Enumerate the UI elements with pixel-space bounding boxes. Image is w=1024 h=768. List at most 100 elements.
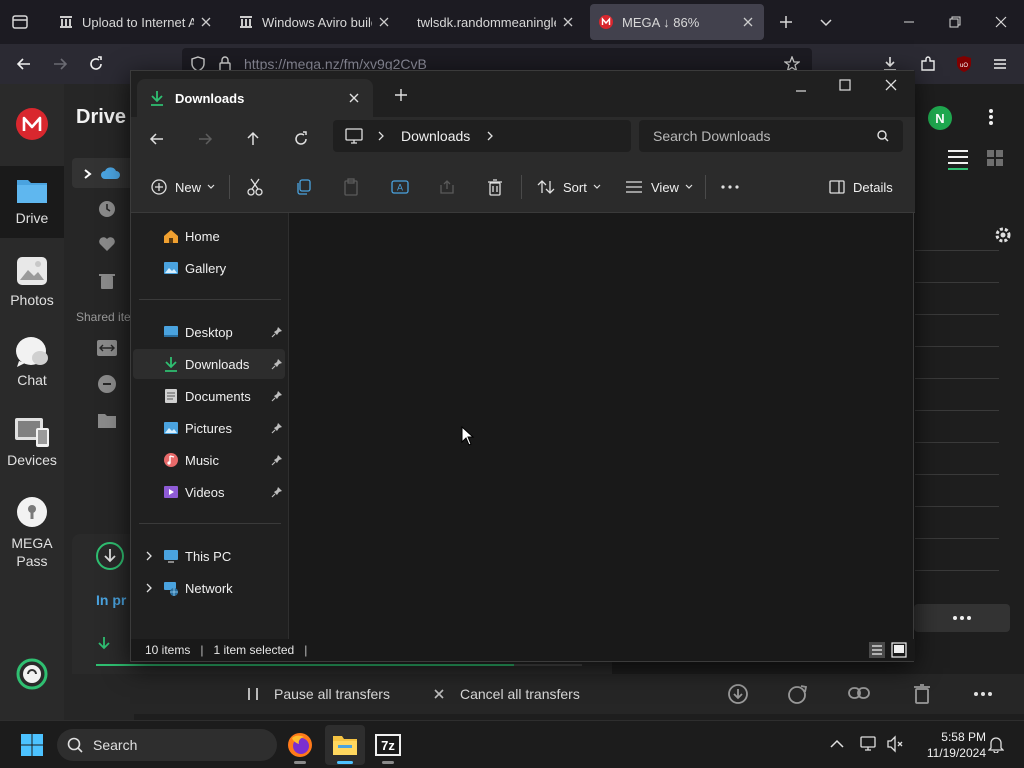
- chevron-down-icon[interactable]: [812, 8, 840, 36]
- explorer-tab-downloads[interactable]: Downloads: [137, 79, 373, 117]
- nav-item-videos[interactable]: Videos: [133, 477, 285, 507]
- more-horizontal-icon[interactable]: [974, 692, 992, 696]
- taskbar-search[interactable]: Search: [57, 729, 277, 761]
- download-icon[interactable]: [728, 684, 748, 704]
- pin-icon[interactable]: [271, 326, 283, 338]
- search-input[interactable]: Search Downloads: [639, 120, 903, 152]
- taskbar-file-explorer[interactable]: [325, 725, 365, 765]
- cancel-all-button[interactable]: Cancel all transfers: [434, 682, 580, 706]
- mega-logo[interactable]: [15, 107, 49, 141]
- pin-icon[interactable]: [271, 422, 283, 434]
- rail-drive[interactable]: Drive: [0, 166, 64, 238]
- close-tab-icon[interactable]: [560, 14, 576, 30]
- avatar[interactable]: N: [928, 106, 952, 130]
- taskbar-firefox[interactable]: [280, 725, 320, 765]
- more-vertical-icon[interactable]: [988, 108, 994, 126]
- rail-devices[interactable]: Devices: [0, 416, 64, 488]
- list-all-tabs-icon[interactable]: [6, 8, 34, 36]
- breadcrumb[interactable]: Downloads: [333, 120, 631, 152]
- cut-icon[interactable]: [247, 173, 263, 201]
- nav-item-documents[interactable]: Documents: [133, 381, 285, 411]
- tab-mega[interactable]: MEGA ↓ 86%: [590, 4, 764, 40]
- nav-item-pictures[interactable]: Pictures: [133, 413, 285, 443]
- chevron-right-icon[interactable]: [143, 582, 155, 594]
- tab-internet-archive[interactable]: Upload to Internet Arc: [50, 4, 222, 40]
- sort-button[interactable]: Sort: [537, 173, 601, 201]
- link-icon[interactable]: [848, 686, 870, 700]
- rail-mega-pass[interactable]: MEGA Pass: [0, 496, 64, 578]
- nav-item-this-pc[interactable]: This PC: [133, 541, 285, 571]
- tab-twlsdk[interactable]: twlsdk.randommeaningles: [408, 4, 584, 40]
- nav-item-music[interactable]: Music: [133, 445, 285, 475]
- minimize-icon[interactable]: [795, 85, 807, 97]
- close-tab-icon[interactable]: [740, 14, 756, 30]
- new-tab-icon[interactable]: [772, 8, 800, 36]
- ublock-icon[interactable]: uO: [950, 50, 978, 78]
- pin-icon[interactable]: [271, 358, 283, 370]
- list-view-icon[interactable]: [948, 149, 968, 165]
- new-tab-icon[interactable]: [395, 89, 407, 101]
- chevron-right-icon[interactable]: [486, 131, 494, 141]
- nav-item-home[interactable]: Home: [133, 221, 285, 251]
- system-clock[interactable]: 5:58 PM 11/19/2024: [912, 729, 986, 761]
- nav-item-gallery[interactable]: Gallery: [133, 253, 285, 283]
- share-icon[interactable]: [788, 684, 808, 704]
- close-window-icon[interactable]: [978, 0, 1024, 44]
- details-view-icon[interactable]: [869, 642, 885, 658]
- close-tab-icon[interactable]: [349, 93, 359, 103]
- volume-muted-icon[interactable]: [886, 735, 904, 753]
- back-icon[interactable]: [10, 50, 38, 78]
- reload-icon[interactable]: [82, 50, 110, 78]
- trash-icon[interactable]: [99, 272, 115, 290]
- chevron-right-icon[interactable]: [143, 550, 155, 562]
- restore-icon[interactable]: [932, 0, 978, 44]
- chevron-up-icon[interactable]: [830, 739, 844, 749]
- menu-icon[interactable]: [986, 50, 1014, 78]
- settings-icon[interactable]: [994, 226, 1012, 244]
- rail-chat[interactable]: Chat: [0, 336, 64, 408]
- tab-windows-aviro[interactable]: Windows Aviro build 4: [230, 4, 400, 40]
- nav-item-desktop[interactable]: Desktop: [133, 317, 285, 347]
- delete-icon[interactable]: [487, 173, 503, 201]
- shared-folders-icon[interactable]: [97, 340, 117, 356]
- link-icon[interactable]: [97, 374, 117, 394]
- taskbar-7zip[interactable]: 7z: [368, 725, 408, 765]
- view-button[interactable]: View: [625, 173, 693, 201]
- rail-photos[interactable]: Photos: [0, 256, 64, 328]
- close-window-icon[interactable]: [885, 79, 897, 91]
- clock-icon[interactable]: [98, 200, 116, 218]
- tiles-view-icon[interactable]: [891, 642, 907, 658]
- network-status-icon[interactable]: [860, 735, 878, 753]
- start-button[interactable]: [12, 725, 52, 765]
- close-tab-icon[interactable]: [198, 14, 214, 30]
- file-list-area[interactable]: [289, 213, 913, 639]
- pause-all-button[interactable]: Pause all transfers: [248, 682, 390, 706]
- breadcrumb-downloads[interactable]: Downloads: [401, 128, 470, 144]
- nav-item-downloads[interactable]: Downloads: [133, 349, 285, 379]
- pin-icon[interactable]: [271, 390, 283, 402]
- trash-icon[interactable]: [914, 684, 930, 704]
- refresh-icon[interactable]: [287, 125, 315, 153]
- close-tab-icon[interactable]: [376, 14, 392, 30]
- more-options-button[interactable]: [914, 604, 1010, 632]
- copy-icon[interactable]: [295, 173, 311, 201]
- heart-icon[interactable]: [98, 236, 116, 252]
- maximize-icon[interactable]: [839, 79, 851, 91]
- more-options-icon[interactable]: [721, 173, 739, 201]
- minimize-icon[interactable]: [886, 0, 932, 44]
- in-progress-label[interactable]: In pr: [96, 592, 126, 608]
- share-icon[interactable]: [439, 173, 455, 201]
- pin-icon[interactable]: [271, 454, 283, 466]
- sync-icon[interactable]: [16, 658, 48, 690]
- new-button[interactable]: New: [151, 173, 215, 201]
- nav-item-network[interactable]: Network: [133, 573, 285, 603]
- paste-icon[interactable]: [343, 173, 359, 201]
- details-button[interactable]: Details: [829, 173, 893, 201]
- rename-icon[interactable]: A: [391, 173, 409, 201]
- forward-icon[interactable]: [46, 50, 74, 78]
- file-request-icon[interactable]: [98, 412, 116, 428]
- grid-view-icon[interactable]: [987, 150, 1003, 166]
- extensions-icon[interactable]: [914, 50, 942, 78]
- monitor-icon[interactable]: [345, 128, 363, 144]
- forward-icon[interactable]: [191, 125, 219, 153]
